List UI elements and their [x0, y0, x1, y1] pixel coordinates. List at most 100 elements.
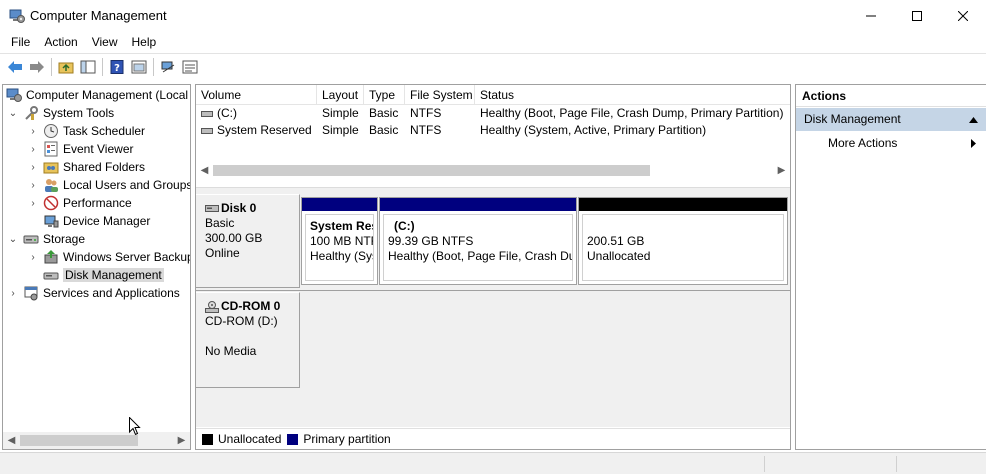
- table-row[interactable]: System Reserved Simple Basic NTFS Health…: [196, 122, 790, 139]
- computer-management-icon: [9, 8, 25, 24]
- volume-type: Basic: [369, 123, 399, 137]
- chevron-right-icon[interactable]: ›: [27, 161, 39, 173]
- tree-item-computer-management[interactable]: Computer Management (Local: [6, 86, 188, 104]
- disk-management-icon: [43, 267, 59, 283]
- partition-detail: 200.51 GB: [587, 234, 645, 248]
- help-icon[interactable]: ?: [106, 56, 128, 78]
- tree-label: Shared Folders: [63, 160, 146, 174]
- column-header-status[interactable]: Status: [475, 85, 790, 105]
- scrollbar-thumb[interactable]: [213, 165, 650, 176]
- actions-section-label: Disk Management: [804, 112, 901, 126]
- column-header-file-system[interactable]: File System: [405, 85, 475, 105]
- chevron-down-icon[interactable]: ⌄: [7, 107, 19, 119]
- hard-disk-icon: [205, 204, 219, 213]
- status-bar: [0, 452, 986, 474]
- forward-arrow-icon[interactable]: [26, 56, 48, 78]
- mouse-cursor-icon: [129, 416, 141, 439]
- up-folder-icon[interactable]: [55, 56, 77, 78]
- chevron-right-icon[interactable]: ›: [7, 287, 19, 299]
- back-arrow-icon[interactable]: [4, 56, 26, 78]
- disk-state: Online: [205, 246, 240, 260]
- tree-item-device-manager[interactable]: Device Manager: [43, 212, 150, 230]
- actions-section-disk-management[interactable]: Disk Management: [796, 108, 986, 131]
- volume-list-horizontal-scrollbar[interactable]: ◀ ▶: [196, 162, 790, 179]
- table-row[interactable]: (C:) Simple Basic NTFS Healthy (Boot, Pa…: [196, 105, 790, 122]
- disk-separator: [196, 290, 790, 291]
- disk-graphical-view: Disk 0 Basic 300.00 GB Online System Res…: [196, 191, 790, 427]
- chevron-right-icon[interactable]: ›: [27, 143, 39, 155]
- collapse-up-icon[interactable]: [969, 108, 978, 131]
- tree-item-local-users[interactable]: › Local Users and Groups: [27, 176, 191, 194]
- menu-view[interactable]: View: [85, 32, 125, 52]
- tree-item-task-scheduler[interactable]: › Task Scheduler: [27, 122, 145, 140]
- volume-name: System Reserved: [217, 123, 312, 137]
- maximize-button[interactable]: [894, 0, 940, 31]
- partition-detail: 100 MB NTF: [310, 234, 374, 248]
- column-header-layout[interactable]: Layout: [317, 85, 364, 105]
- menu-file[interactable]: File: [4, 32, 37, 52]
- volume-type: Basic: [369, 106, 399, 120]
- disk-0-label[interactable]: Disk 0 Basic 300.00 GB Online: [196, 194, 300, 288]
- tree-horizontal-scrollbar[interactable]: ◀ ▶: [3, 432, 190, 449]
- cdrom-drive: CD-ROM (D:): [205, 314, 278, 328]
- partition-name: [587, 219, 783, 234]
- tree-label: Computer Management (Local: [26, 88, 189, 102]
- tree-item-performance[interactable]: › Performance: [27, 194, 132, 212]
- partition-c-drive[interactable]: (C:) 99.39 GB NTFS Healthy (Boot, Page F…: [379, 197, 577, 285]
- device-manager-icon: [43, 213, 59, 229]
- tree-item-windows-server-backup[interactable]: › Windows Server Backup: [27, 248, 190, 266]
- partition-unallocated[interactable]: 200.51 GB Unallocated: [578, 197, 788, 285]
- close-button[interactable]: [940, 0, 986, 31]
- partition-color-bar: [302, 198, 377, 211]
- tree-label: Local Users and Groups: [63, 178, 191, 192]
- column-header-volume[interactable]: Volume: [196, 85, 317, 105]
- more-actions-item[interactable]: More Actions: [796, 133, 986, 153]
- scrollbar-thumb[interactable]: [20, 435, 138, 446]
- window-title: Computer Management: [30, 8, 167, 23]
- actions-pane: Actions Disk Management More Actions: [795, 84, 986, 450]
- tree-label: Storage: [43, 232, 86, 246]
- volume-layout: Simple: [322, 106, 359, 120]
- minimize-button[interactable]: [848, 0, 894, 31]
- chevron-down-icon[interactable]: ⌄: [7, 233, 19, 245]
- tree-item-disk-management[interactable]: Disk Management: [43, 266, 164, 284]
- menu-help[interactable]: Help: [125, 32, 164, 52]
- toolbar-separator: [153, 58, 154, 76]
- status-separator: [764, 456, 765, 472]
- menu-bar: File Action View Help: [0, 31, 986, 53]
- tree-item-services-applications[interactable]: › Services and Applications: [7, 284, 180, 302]
- tree-item-event-viewer[interactable]: › Event Viewer: [27, 140, 133, 158]
- list-view-icon[interactable]: [179, 56, 201, 78]
- volume-fs: NTFS: [410, 106, 442, 120]
- connect-icon[interactable]: [157, 56, 179, 78]
- scroll-left-icon[interactable]: ◀: [196, 162, 213, 179]
- properties-icon[interactable]: [128, 56, 150, 78]
- volume-drive-icon: [201, 110, 213, 118]
- shared-folder-icon: [43, 159, 59, 175]
- toolbar: ?: [0, 53, 986, 80]
- chevron-right-icon[interactable]: ›: [27, 179, 39, 191]
- menu-action[interactable]: Action: [37, 32, 84, 52]
- tree-label: Task Scheduler: [63, 124, 146, 138]
- chevron-right-icon[interactable]: ›: [27, 197, 39, 209]
- partition-system-reserved[interactable]: System Res 100 MB NTF Healthy (Sys: [301, 197, 378, 285]
- toolbar-separator: [51, 58, 52, 76]
- actions-title: Actions: [796, 85, 986, 107]
- chevron-right-icon[interactable]: ›: [27, 125, 39, 137]
- scroll-right-icon[interactable]: ▶: [173, 432, 190, 449]
- tree-item-shared-folders[interactable]: › Shared Folders: [27, 158, 145, 176]
- volume-status: Healthy (System, Active, Primary Partiti…: [480, 123, 707, 137]
- scroll-left-icon[interactable]: ◀: [3, 432, 20, 449]
- column-header-type[interactable]: Type: [364, 85, 405, 105]
- tree-item-storage[interactable]: ⌄ Storage: [7, 230, 85, 248]
- partition-detail: 99.39 GB NTFS: [388, 234, 474, 248]
- tree-item-system-tools[interactable]: ⌄ System Tools: [7, 104, 114, 122]
- volume-drive-icon: [201, 127, 213, 135]
- cdrom-0-label[interactable]: CD-ROM 0 CD-ROM (D:) No Media: [196, 292, 300, 388]
- storage-icon: [23, 231, 39, 247]
- chevron-right-icon[interactable]: ›: [27, 251, 39, 263]
- show-hide-tree-icon[interactable]: [77, 56, 99, 78]
- tree-label: Services and Applications: [43, 286, 180, 300]
- scroll-right-icon[interactable]: ▶: [773, 162, 790, 179]
- partition-name: (C:): [394, 219, 415, 233]
